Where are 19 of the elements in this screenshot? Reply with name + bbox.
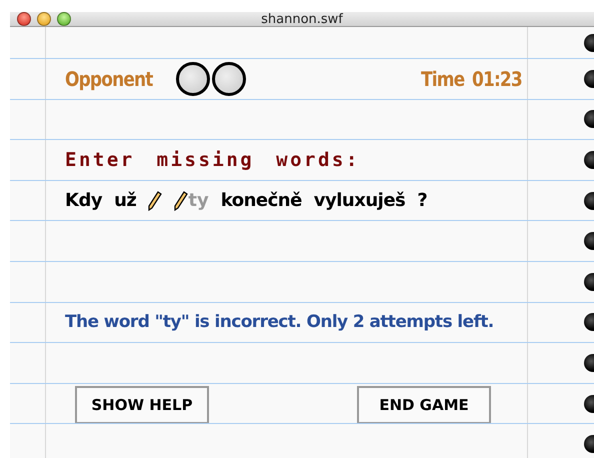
- answer-field[interactable]: [148, 190, 162, 211]
- show-help-button[interactable]: SHOW HELP: [75, 386, 209, 424]
- pencil-icon: [174, 190, 188, 211]
- feedback-message: The word "ty" is incorrect. Only 2 attempts left.: [65, 312, 494, 332]
- sentence-word: konečně: [220, 190, 302, 212]
- sentence-word: ?: [417, 190, 428, 212]
- time-value: 01:23: [472, 66, 522, 91]
- sentence-word: vyluxuješ: [314, 190, 406, 212]
- maximize-button[interactable]: [57, 12, 71, 26]
- instruction-heading: Enter missing words:: [65, 148, 360, 171]
- sentence-word: Kdy: [65, 190, 102, 212]
- close-button[interactable]: [17, 12, 31, 26]
- window-title: shannon.swf: [261, 12, 343, 26]
- sentence-word: už: [114, 190, 136, 212]
- minimize-button[interactable]: [37, 12, 51, 26]
- pencil-icon: [148, 190, 162, 211]
- opponent-label: Opponent: [65, 66, 153, 91]
- time-label: Time: [421, 66, 465, 91]
- end-game-button[interactable]: END GAME: [357, 386, 491, 424]
